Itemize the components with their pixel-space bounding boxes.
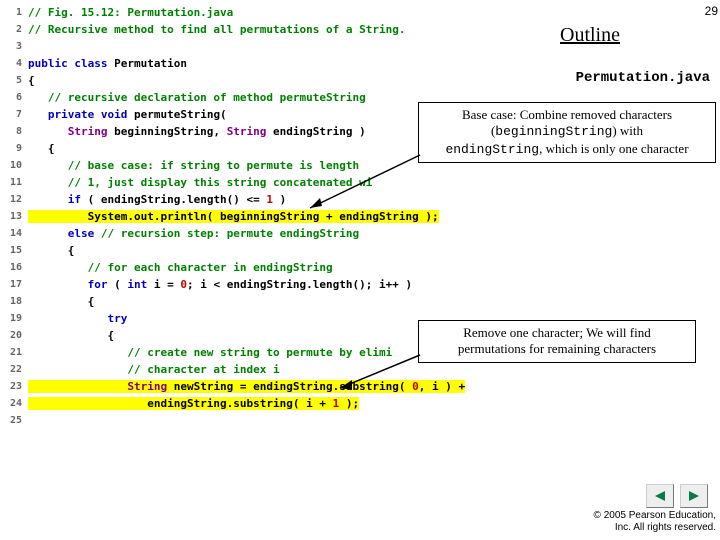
code-row: 25 — [0, 412, 500, 429]
code-row: 23 String newString = endingString.subst… — [0, 378, 500, 395]
filename-label: Permutation.java — [576, 70, 710, 86]
page-number: 29 — [705, 4, 718, 18]
code-row: 1// Fig. 15.12: Permutation.java — [0, 4, 500, 21]
prev-button[interactable] — [646, 484, 674, 508]
copyright-footer: © 2005 Pearson Education, Inc. All right… — [594, 510, 716, 534]
code-row: 13 System.out.println( beginningString +… — [0, 208, 500, 225]
code-row: 11 // 1, just display this string concat… — [0, 174, 500, 191]
code-row: 5{ — [0, 72, 500, 89]
code-row: 16 // for each character in endingString — [0, 259, 500, 276]
callout-remove-char: Remove one character; We will find permu… — [418, 320, 696, 363]
code-listing: 1// Fig. 15.12: Permutation.java 2// Rec… — [0, 4, 500, 429]
code-row: 2// Recursive method to find all permuta… — [0, 21, 500, 38]
code-row: 12 if ( endingString.length() <= 1 ) — [0, 191, 500, 208]
code-row: 22 // character at index i — [0, 361, 500, 378]
code-row: 15 { — [0, 242, 500, 259]
code-row: 4public class Permutation — [0, 55, 500, 72]
nav-buttons — [646, 484, 708, 508]
callout-base-case: Base case: Combine removed characters (b… — [418, 102, 716, 163]
code-row: 24 endingString.substring( i + 1 ); — [0, 395, 500, 412]
code-row: 18 { — [0, 293, 500, 310]
code-row: 14 else // recursion step: permute endin… — [0, 225, 500, 242]
code-row: 17 for ( int i = 0; i < endingString.len… — [0, 276, 500, 293]
triangle-right-icon — [687, 490, 701, 502]
next-button[interactable] — [680, 484, 708, 508]
outline-heading: Outline — [560, 24, 620, 47]
code-row: 3 — [0, 38, 500, 55]
triangle-left-icon — [653, 490, 667, 502]
